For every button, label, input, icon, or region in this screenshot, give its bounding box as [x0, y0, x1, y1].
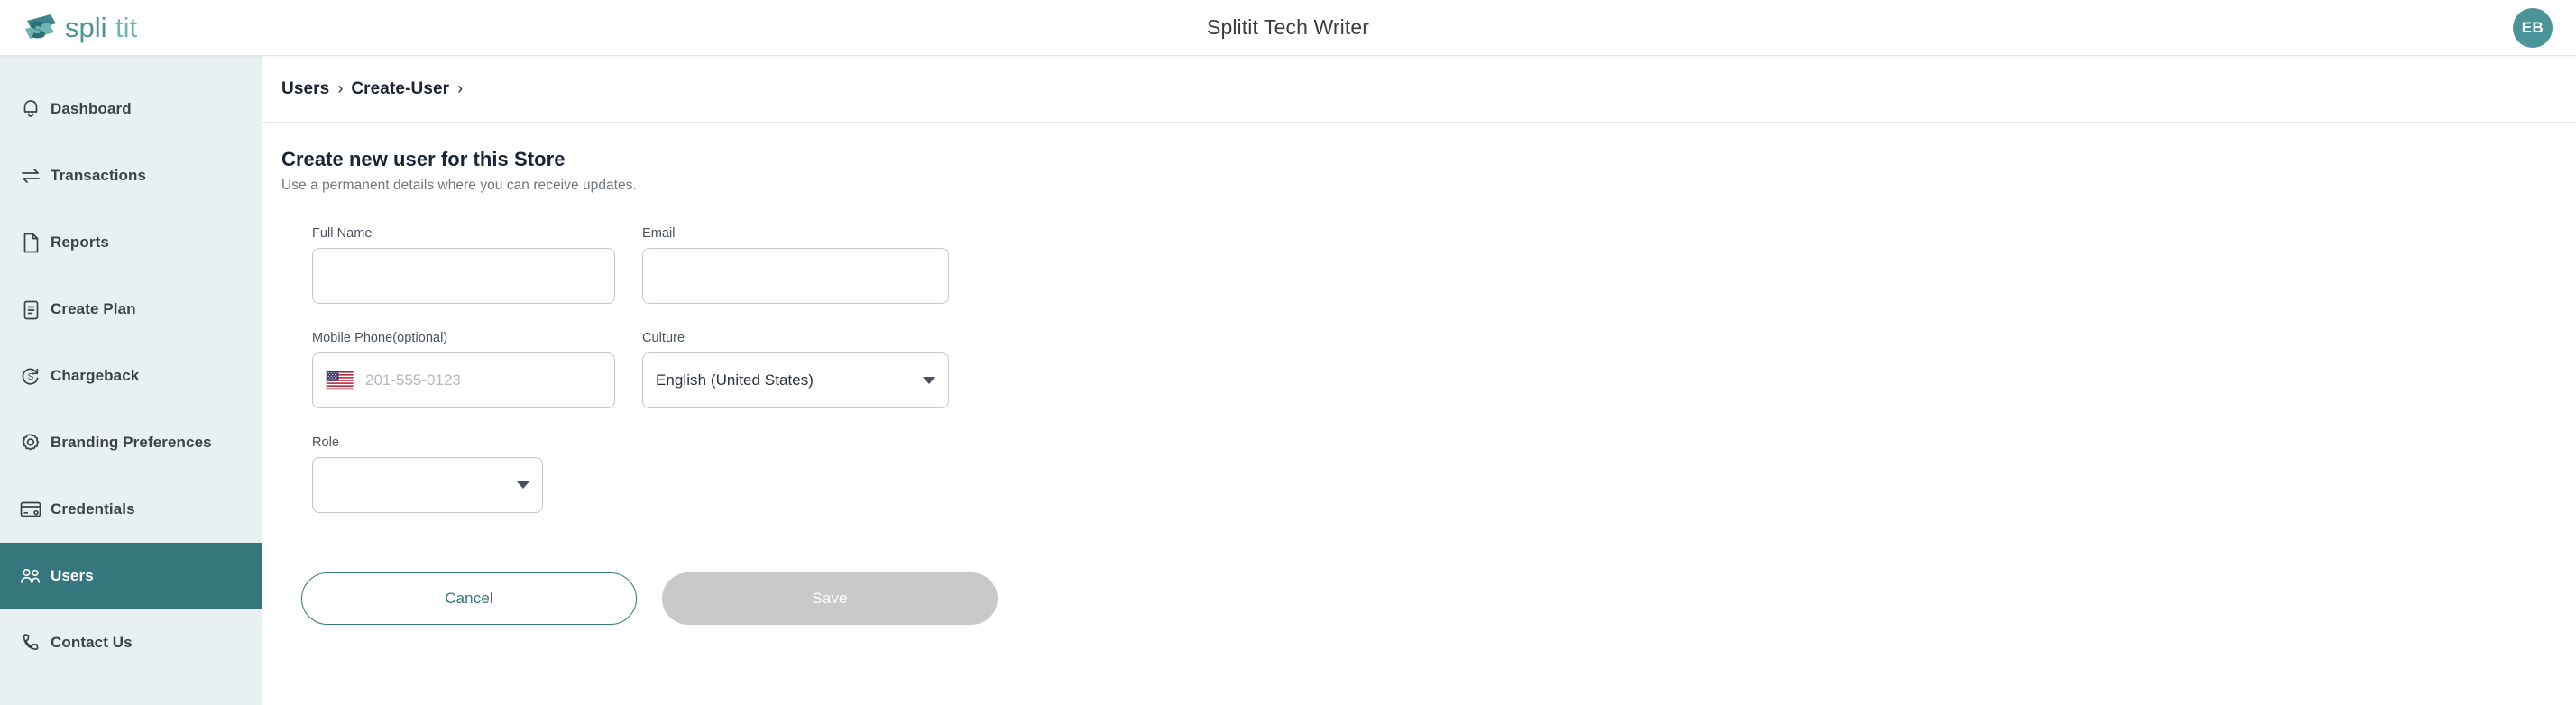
sidebar-item-contact-us[interactable]: Contact Us	[0, 609, 262, 676]
page-title: Create new user for this Store	[281, 148, 566, 170]
app-root: spli tit Splitit Tech Writer EB Dashboar…	[0, 0, 2576, 705]
full-name-input[interactable]	[326, 249, 602, 303]
users-icon	[11, 566, 51, 586]
card-icon	[11, 500, 51, 518]
us-flag-icon	[326, 371, 354, 390]
sidebar-item-label: Create Plan	[51, 300, 136, 317]
field-mobile-phone: Mobile Phone(optional)	[312, 331, 615, 408]
breadcrumb: Users › Create-User ›	[262, 56, 2576, 123]
sidebar-item-label: Dashboard	[51, 100, 132, 117]
content-body: Create new user for this Store Use a per…	[262, 123, 2576, 625]
chevron-right-icon: ›	[457, 79, 464, 97]
main-content: Users › Create-User › Create new user fo…	[262, 56, 2576, 705]
full-name-label: Full Name	[312, 226, 373, 241]
sidebar-item-reports[interactable]: Reports	[0, 209, 262, 276]
email-input[interactable]	[656, 249, 935, 303]
field-role: Role	[312, 435, 543, 513]
save-button[interactable]: Save	[662, 572, 998, 625]
sidebar-item-label: Contact Us	[51, 634, 133, 651]
role-select[interactable]	[312, 457, 543, 513]
sidebar-item-chargeback[interactable]: S Chargeback	[0, 343, 262, 409]
email-label: Email	[642, 226, 676, 241]
role-label: Role	[312, 435, 340, 450]
sidebar-item-label: Users	[51, 567, 94, 584]
transfer-icon	[11, 166, 51, 186]
bell-icon	[11, 98, 51, 120]
top-header: spli tit Splitit Tech Writer EB	[0, 0, 2576, 56]
chevron-right-icon: ›	[337, 79, 344, 97]
full-name-input-box[interactable]	[312, 248, 615, 304]
sidebar-item-label: Credentials	[51, 500, 135, 517]
sidebar-item-label: Reports	[51, 233, 109, 251]
mobile-phone-input-box[interactable]	[312, 352, 615, 408]
email-input-box[interactable]	[642, 248, 949, 304]
field-full-name: Full Name	[312, 226, 615, 304]
field-culture: Culture English (United States)	[642, 331, 949, 408]
form-actions: Cancel Save	[281, 572, 2576, 625]
sidebar-item-transactions[interactable]: Transactions	[0, 142, 262, 209]
refund-icon: S	[11, 365, 51, 387]
page-subtitle: Use a permanent details where you can re…	[281, 178, 637, 193]
sidebar-item-credentials[interactable]: Credentials	[0, 476, 262, 543]
create-user-form: Full Name Email Mobile Phone(optional) 2…	[281, 226, 2576, 513]
sidebar-item-dashboard[interactable]: Dashboard	[0, 76, 262, 142]
breadcrumb-item-create-user[interactable]: Create-User	[351, 79, 449, 99]
breadcrumb-item-users[interactable]: Users	[281, 79, 329, 99]
clipboard-icon	[11, 298, 51, 321]
header-title: Splitit Tech Writer	[1207, 15, 1369, 39]
avatar[interactable]: EB	[2513, 8, 2553, 48]
form-row-role: Role	[312, 435, 2576, 513]
field-email: Email	[642, 226, 949, 304]
culture-select[interactable]: English (United States)	[642, 352, 949, 408]
form-row-identity: Full Name Email	[312, 226, 2576, 304]
gear-icon	[11, 432, 51, 453]
phone-icon	[11, 632, 51, 654]
sidebar-item-create-plan[interactable]: Create Plan	[0, 276, 262, 343]
sidebar-item-branding-preferences[interactable]: Branding Preferences	[0, 409, 262, 476]
sidebar-item-users[interactable]: Users	[0, 543, 262, 609]
sidebar-item-label: Transactions	[51, 167, 147, 184]
culture-selected-value: English (United States)	[656, 371, 814, 389]
document-icon	[11, 232, 51, 254]
svg-text:S: S	[28, 372, 34, 382]
mobile-phone-label: Mobile Phone(optional)	[312, 331, 448, 345]
chevron-down-icon	[923, 377, 935, 384]
sidebar-item-label: Chargeback	[51, 367, 140, 384]
chevron-down-icon	[517, 481, 529, 489]
mobile-phone-input[interactable]	[365, 353, 602, 407]
cancel-button[interactable]: Cancel	[301, 572, 637, 625]
form-row-contact: Mobile Phone(optional) 201-555-0123 Cult…	[312, 331, 2576, 408]
culture-label: Culture	[642, 331, 685, 345]
sidebar-item-label: Branding Preferences	[51, 434, 212, 451]
sidebar: Dashboard Transactions Reports Create Pl…	[0, 56, 262, 705]
